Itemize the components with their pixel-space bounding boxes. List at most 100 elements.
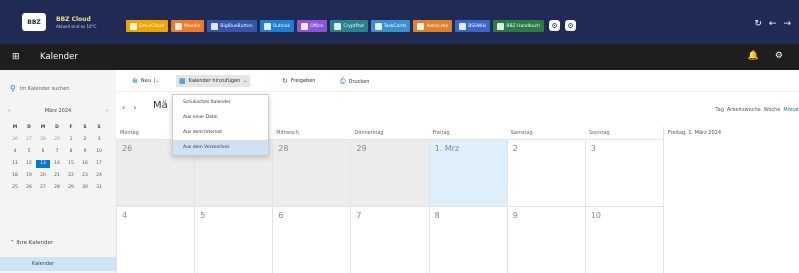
mini-day[interactable]: 10	[92, 148, 106, 156]
mini-day[interactable]: 25	[8, 184, 22, 192]
refresh-icon[interactable]: ↻	[754, 19, 762, 29]
mini-day[interactable]: 8	[64, 148, 78, 156]
dropdown-item[interactable]: Aus einer Datei	[173, 110, 268, 125]
mini-day[interactable]: 28	[50, 184, 64, 192]
toolbar-button-bigbluebutton[interactable]: BigBlueButton	[207, 20, 257, 32]
sidebar-item-calendar[interactable]: Kalender	[0, 257, 116, 271]
view-arbeitswoche[interactable]: Arbeitswoche	[727, 107, 761, 113]
mini-weekday-head: F	[69, 125, 73, 130]
mini-day[interactable]: 28	[36, 136, 50, 144]
mini-day[interactable]: 23	[78, 172, 92, 180]
mini-next-icon[interactable]: ›	[106, 108, 108, 114]
mini-day[interactable]: 15	[64, 160, 78, 168]
cloud-icon	[130, 22, 137, 30]
calendar-day-cell[interactable]: 1. Mrz	[428, 139, 507, 206]
day-detail-title: Freitag, 1. März 2024	[668, 130, 722, 136]
toolbar-button-label: Moodle	[184, 23, 201, 29]
view-woche[interactable]: Woche	[764, 107, 781, 113]
mini-day[interactable]: 1	[64, 136, 78, 144]
mini-day[interactable]: 26	[8, 136, 22, 144]
mini-day[interactable]: 17	[92, 160, 106, 168]
dropdown-item[interactable]: Aus dem Internet	[173, 125, 268, 140]
toolbar-button-anton-mo[interactable]: Anton.mo	[413, 20, 453, 32]
toolbar-button-moodle[interactable]: Moodle	[171, 20, 205, 32]
toolbar-button-bbz-handbuch[interactable]: BBZ Handbuch	[493, 20, 544, 32]
calendar-day-cell[interactable]: 7	[350, 206, 429, 273]
gear-icon[interactable]: ⚙	[775, 51, 783, 61]
bell-icon[interactable]: 🔔	[748, 51, 759, 61]
mini-day[interactable]: 31	[92, 184, 106, 192]
mini-day[interactable]: 5	[22, 148, 36, 156]
calendar-search[interactable]: ⚲ Im Kalender suchen	[10, 84, 70, 93]
calendar-day-cell[interactable]: 9	[506, 206, 585, 273]
mini-day[interactable]: 30	[78, 184, 92, 192]
dropdown-item[interactable]: Aus dem Verzeichnis	[173, 140, 268, 155]
mini-day[interactable]: 14	[50, 160, 64, 168]
calendar-day-cell[interactable]: 6	[272, 206, 351, 273]
toolbar-button-schulcloud[interactable]: SchulCloud	[126, 20, 169, 32]
calendar-day-cell[interactable]: 8	[428, 206, 507, 273]
app-bar: ⊞ Kalender 🔔 ⚙	[0, 44, 799, 70]
mini-day[interactable]: 16	[78, 160, 92, 168]
toolbar-button-office[interactable]: Office	[297, 20, 328, 32]
mini-day[interactable]: 21	[50, 172, 64, 180]
gear-icon[interactable]: ⚙	[548, 20, 560, 31]
mini-day[interactable]: 19	[22, 172, 36, 180]
mini-prev-icon[interactable]: ‹	[8, 108, 10, 114]
toolbar-button-outlook[interactable]: Outlook	[259, 20, 295, 32]
add-calendar-button[interactable]: ▦ Kalender hinzufügen ⌄	[176, 75, 251, 87]
taskcards-icon	[374, 22, 382, 30]
brand-logo[interactable]: BBZ	[22, 13, 46, 31]
mini-day[interactable]: 26	[22, 184, 36, 192]
next-period-icon[interactable]: ›	[133, 103, 136, 112]
month-title[interactable]: Mä	[153, 100, 168, 111]
mini-day[interactable]: 27	[36, 184, 50, 192]
mini-day[interactable]: 7	[50, 148, 64, 156]
mini-day[interactable]: 18	[8, 172, 22, 180]
chevron-down-icon[interactable]: |⌄	[154, 78, 160, 84]
calendar-day-cell[interactable]: 28	[272, 139, 351, 206]
waffle-menu-icon[interactable]: ⊞	[12, 52, 20, 62]
mini-day[interactable]: 11	[8, 160, 22, 168]
outlook-icon	[263, 22, 271, 30]
mini-day[interactable]: 24	[92, 172, 106, 180]
back-arrow-icon[interactable]: ←	[769, 19, 777, 29]
calendar-day-cell[interactable]: 5	[194, 206, 273, 273]
mini-day[interactable]: 29	[64, 184, 78, 192]
toolbar-button-cryptpad[interactable]: CryptPad	[330, 20, 368, 32]
mini-month-title[interactable]: März 2024	[45, 108, 71, 114]
mini-day[interactable]: 6	[36, 148, 50, 156]
calendar-day-cell[interactable]: 29	[350, 139, 429, 206]
print-button[interactable]: ⎙ Drucken	[340, 77, 369, 86]
mini-day[interactable]: 13	[36, 160, 50, 168]
dropdown-item[interactable]: Schulisches Kalender	[173, 95, 268, 110]
mini-weekday-head: M	[12, 125, 18, 130]
calendar-day-cell[interactable]: 3	[584, 139, 663, 206]
toolbar-button-taskcards[interactable]: TaskCards	[370, 20, 411, 32]
prev-period-icon[interactable]: ‹	[122, 103, 125, 112]
mini-day[interactable]: 4	[8, 148, 22, 156]
mini-day[interactable]: 2	[78, 136, 92, 144]
plus-icon: ⊕	[132, 77, 138, 85]
mini-day[interactable]: 22	[64, 172, 78, 180]
your-calendars-header[interactable]: ⌃ Ihre Kalender	[10, 240, 53, 246]
day-header: Donnerstag	[354, 130, 384, 136]
mini-day[interactable]: 9	[78, 148, 92, 156]
mini-day[interactable]: 27	[22, 136, 36, 144]
mini-day[interactable]: 20	[36, 172, 50, 180]
calendar-day-cell[interactable]: 10	[584, 206, 663, 273]
forward-arrow-icon[interactable]: →	[783, 19, 791, 29]
calendar-day-cell[interactable]: 4	[116, 206, 195, 273]
toolbar-button-label: BigBlueButton	[220, 23, 253, 29]
mini-day[interactable]: 12	[22, 160, 36, 168]
new-button[interactable]: ⊕ Neu |⌄	[132, 77, 160, 85]
calendar-day-cell[interactable]: 2	[506, 139, 585, 206]
share-button[interactable]: ↻ Freigeben	[282, 77, 315, 85]
mini-day[interactable]: 3	[92, 136, 106, 144]
settings-circle-icon[interactable]: ⚙	[564, 20, 576, 31]
mini-day[interactable]: 29	[50, 136, 64, 144]
view-tag[interactable]: Tag	[715, 107, 723, 113]
toolbar-button-bsswiki[interactable]: BSSWiki	[455, 20, 491, 32]
search-input[interactable]: Im Kalender suchen	[20, 86, 70, 92]
view-monat[interactable]: Monat	[783, 107, 799, 113]
